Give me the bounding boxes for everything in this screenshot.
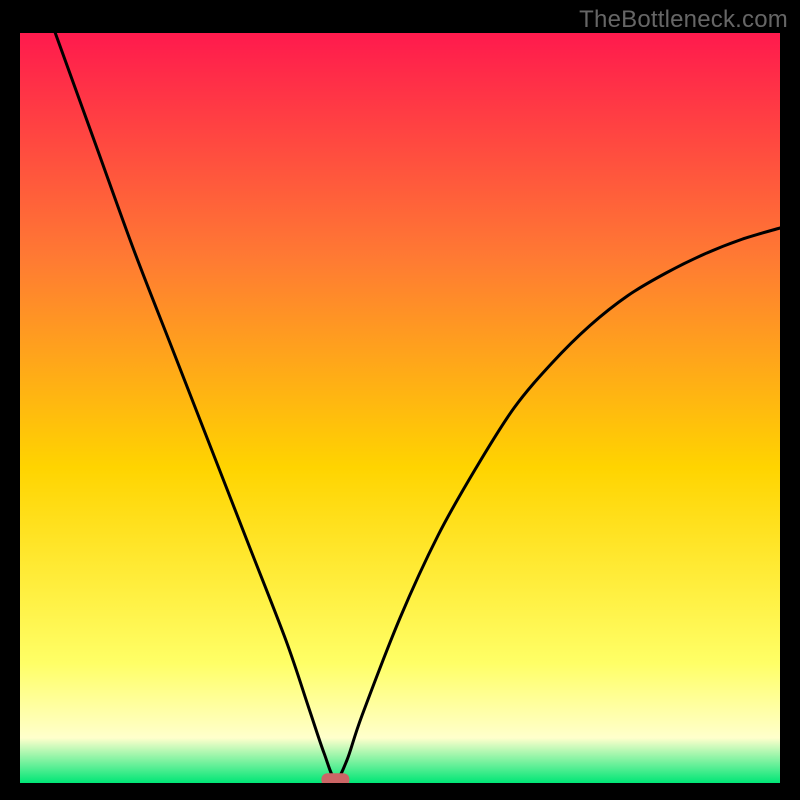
plot-background: [20, 33, 780, 783]
minimum-marker: [321, 773, 349, 783]
bottleneck-chart: [20, 33, 780, 783]
watermark-text: TheBottleneck.com: [579, 6, 788, 34]
chart-frame: TheBottleneck.com: [0, 0, 800, 800]
